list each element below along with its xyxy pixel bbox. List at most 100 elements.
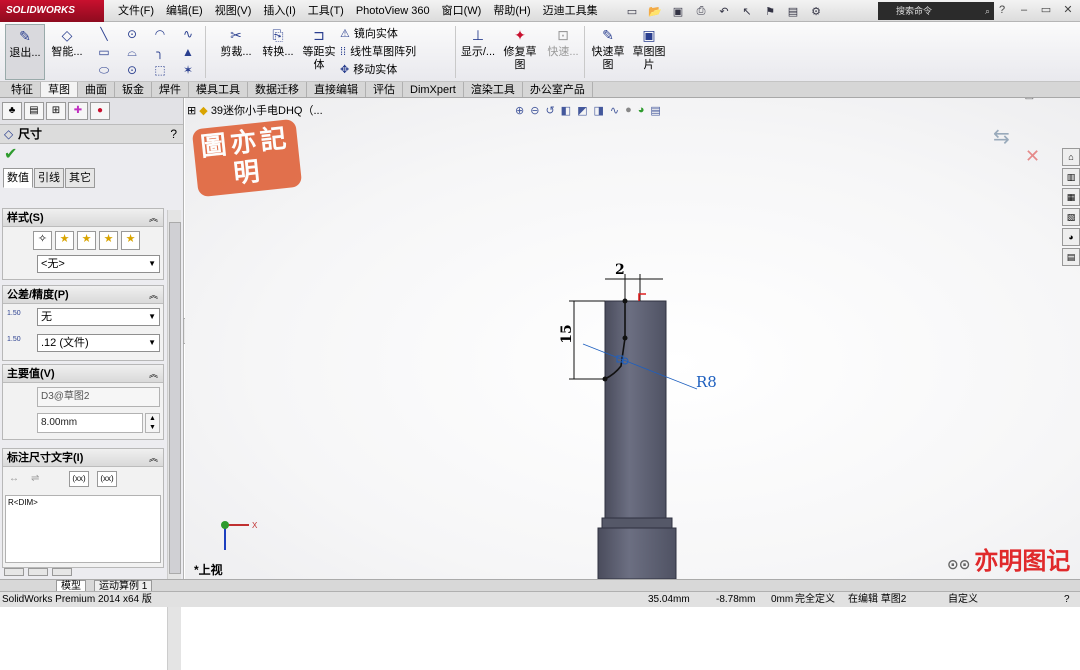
save-style-icon[interactable]: ★ xyxy=(99,231,118,250)
tab-features[interactable]: 特征 xyxy=(4,82,41,97)
menu-file[interactable]: 文件(F) xyxy=(112,0,160,22)
status-help-icon[interactable]: ? xyxy=(1064,592,1070,607)
rebuild-icon[interactable]: ⚑ xyxy=(760,2,780,20)
delete-style-icon[interactable]: ★ xyxy=(77,231,96,250)
select-icon[interactable]: ↖ xyxy=(737,2,757,20)
tab-data-migration[interactable]: 数据迁移 xyxy=(248,82,307,97)
smart-dimension-button[interactable]: ◇ 智能... xyxy=(48,24,86,80)
quick-snaps-button[interactable]: ⊡ 快速... xyxy=(544,24,582,80)
configuration-manager-tab-icon[interactable]: ⊞ xyxy=(46,102,66,120)
ok-check-icon[interactable]: ✔ xyxy=(0,144,183,166)
menu-tools[interactable]: 工具(T) xyxy=(302,0,350,22)
mirror-entities-button[interactable]: ⚠ 镜向实体 xyxy=(340,25,398,43)
display-manager-tab-icon[interactable]: ● xyxy=(90,102,110,120)
inspection-dimension-button[interactable]: (xx) xyxy=(97,471,117,487)
tolerance-group-header[interactable]: 公差/精度(P) ︽ xyxy=(3,286,163,304)
collapse-icon[interactable]: ︽ xyxy=(149,449,158,467)
tab-sketch[interactable]: 草图 xyxy=(41,82,78,97)
sketch-picture-button[interactable]: ▣ 草图图片 xyxy=(630,24,668,80)
minimize-icon[interactable]: – xyxy=(1014,2,1034,18)
load-style-icon[interactable]: ★ xyxy=(121,231,140,250)
subtab-value[interactable]: 数值 xyxy=(3,168,33,188)
tolerance-select[interactable]: 无 ▼ xyxy=(37,308,160,326)
trim-entities-button[interactable]: ✂ 剪裁... xyxy=(216,24,256,80)
status-units[interactable]: 自定义 xyxy=(948,592,978,607)
menu-view[interactable]: 视图(V) xyxy=(209,0,258,22)
graphics-area[interactable]: ⊞ ◆ 39迷你小手电DHQ（... ⊕ ⊖ ↺ ◧ ◩ ◨ ∿ ● ◕ ▤ ▣… xyxy=(185,98,1080,579)
tab-weldments[interactable]: 焊件 xyxy=(152,82,189,97)
dimension-text-group-header[interactable]: 标注尺寸文字(I) ︽ xyxy=(3,449,163,467)
circle-icon[interactable]: ⊙ xyxy=(118,25,146,43)
point-circle-icon[interactable]: ⊙ xyxy=(118,61,146,79)
subtab-other[interactable]: 其它 xyxy=(65,168,95,188)
radius-dimension-label[interactable]: R8 xyxy=(696,373,717,391)
search-input[interactable]: 搜索命令 ⌕ xyxy=(878,2,994,20)
collapse-icon[interactable]: ︽ xyxy=(149,365,158,383)
fillet-icon[interactable]: ╮ xyxy=(146,43,174,61)
dimension-name-field[interactable]: D3@草图2 xyxy=(37,387,160,407)
dimxpert-manager-tab-icon[interactable]: ✚ xyxy=(68,102,88,120)
sketch-point[interactable] xyxy=(622,298,628,304)
offset-entities-button[interactable]: ⊐ 等距实体 xyxy=(300,24,338,80)
menu-insert[interactable]: 插入(I) xyxy=(257,0,301,22)
file-properties-icon[interactable]: ▤ xyxy=(783,2,803,20)
linear-pattern-button[interactable]: ⁞⁞ 线性草图阵列 xyxy=(340,43,416,61)
collapse-icon[interactable]: ︽ xyxy=(149,286,158,304)
align-center-icon[interactable]: ⇌ xyxy=(31,473,39,484)
arc-icon[interactable]: ◠ xyxy=(146,25,174,43)
value-spinner[interactable]: ▲ ▼ xyxy=(145,413,160,433)
tab-surfaces[interactable]: 曲面 xyxy=(78,82,115,97)
repair-sketch-button[interactable]: ✦ 修复草图 xyxy=(500,24,540,80)
dimension-15-label[interactable]: 15 xyxy=(559,324,575,343)
style-group-header[interactable]: 样式(S) ︽ xyxy=(3,209,163,227)
justify-center-icon[interactable] xyxy=(28,568,48,576)
dimension-value-field[interactable]: 8.00mm xyxy=(37,413,143,433)
search-icon[interactable]: ⌕ xyxy=(985,2,990,20)
subtab-leaders[interactable]: 引线 xyxy=(34,168,64,188)
panel-help-icon[interactable]: ? xyxy=(170,125,177,143)
align-left-icon[interactable]: ↔ xyxy=(9,473,19,484)
restore-icon[interactable]: ▭ xyxy=(1036,2,1056,18)
style-select[interactable]: <无> ▼ xyxy=(37,255,160,273)
primary-value-group-header[interactable]: 主要值(V) ︽ xyxy=(3,365,163,383)
justify-right-icon[interactable] xyxy=(52,568,72,576)
collapse-icon[interactable]: ︽ xyxy=(149,209,158,227)
spline-icon[interactable]: ∿ xyxy=(174,25,202,43)
slot-icon[interactable]: ⌓ xyxy=(118,43,146,61)
add-style-icon[interactable]: ★ xyxy=(55,231,74,250)
move-entities-button[interactable]: ✥ 移动实体 xyxy=(340,61,397,79)
sketch-point[interactable] xyxy=(622,335,628,341)
panel-scroll-thumb[interactable] xyxy=(169,222,181,574)
close-icon[interactable]: ✕ xyxy=(1058,2,1078,18)
new-file-icon[interactable]: ▭ xyxy=(622,2,642,20)
undo-icon[interactable]: ↶ xyxy=(714,2,734,20)
apply-default-style-icon[interactable]: ✧ xyxy=(33,231,52,250)
tab-office-products[interactable]: 办公室产品 xyxy=(523,82,593,97)
tab-evaluate[interactable]: 评估 xyxy=(366,82,403,97)
justify-left-icon[interactable] xyxy=(4,568,24,576)
plane-icon[interactable]: ▲ xyxy=(174,43,202,61)
part-body-lower[interactable] xyxy=(597,527,677,579)
polygon-icon[interactable]: ⬭ xyxy=(90,61,118,79)
help-icon[interactable]: ? xyxy=(992,2,1012,18)
spin-up-icon[interactable]: ▲ xyxy=(149,415,156,422)
exit-sketch-button[interactable]: ✎ 退出... xyxy=(5,24,45,80)
rectangle-icon[interactable]: ▭ xyxy=(90,43,118,61)
menu-help[interactable]: 帮助(H) xyxy=(487,0,536,22)
tab-direct-editing[interactable]: 直接编辑 xyxy=(307,82,366,97)
tab-render-tools[interactable]: 渲染工具 xyxy=(464,82,523,97)
save-icon[interactable]: ▣ xyxy=(668,2,688,20)
feature-manager-tab-icon[interactable]: ♣ xyxy=(2,102,22,120)
convert-entities-button[interactable]: ⎘ 转换... xyxy=(258,24,298,80)
line-icon[interactable]: ╲ xyxy=(90,25,118,43)
display-relations-button[interactable]: ⊥ 显示/... xyxy=(458,24,498,80)
tab-sheet-metal[interactable]: 钣金 xyxy=(115,82,152,97)
rapid-sketch-button[interactable]: ✎ 快速草图 xyxy=(588,24,628,80)
part-body-upper[interactable] xyxy=(604,300,667,519)
sketch-point[interactable] xyxy=(602,376,608,382)
menu-photoview[interactable]: PhotoView 360 xyxy=(350,0,436,22)
property-manager-tab-icon[interactable]: ▤ xyxy=(24,102,44,120)
add-parentheses-button[interactable]: (xx) xyxy=(69,471,89,487)
tab-dimxpert[interactable]: DimXpert xyxy=(403,82,464,97)
dimension-2-label[interactable]: 2 xyxy=(615,262,625,278)
